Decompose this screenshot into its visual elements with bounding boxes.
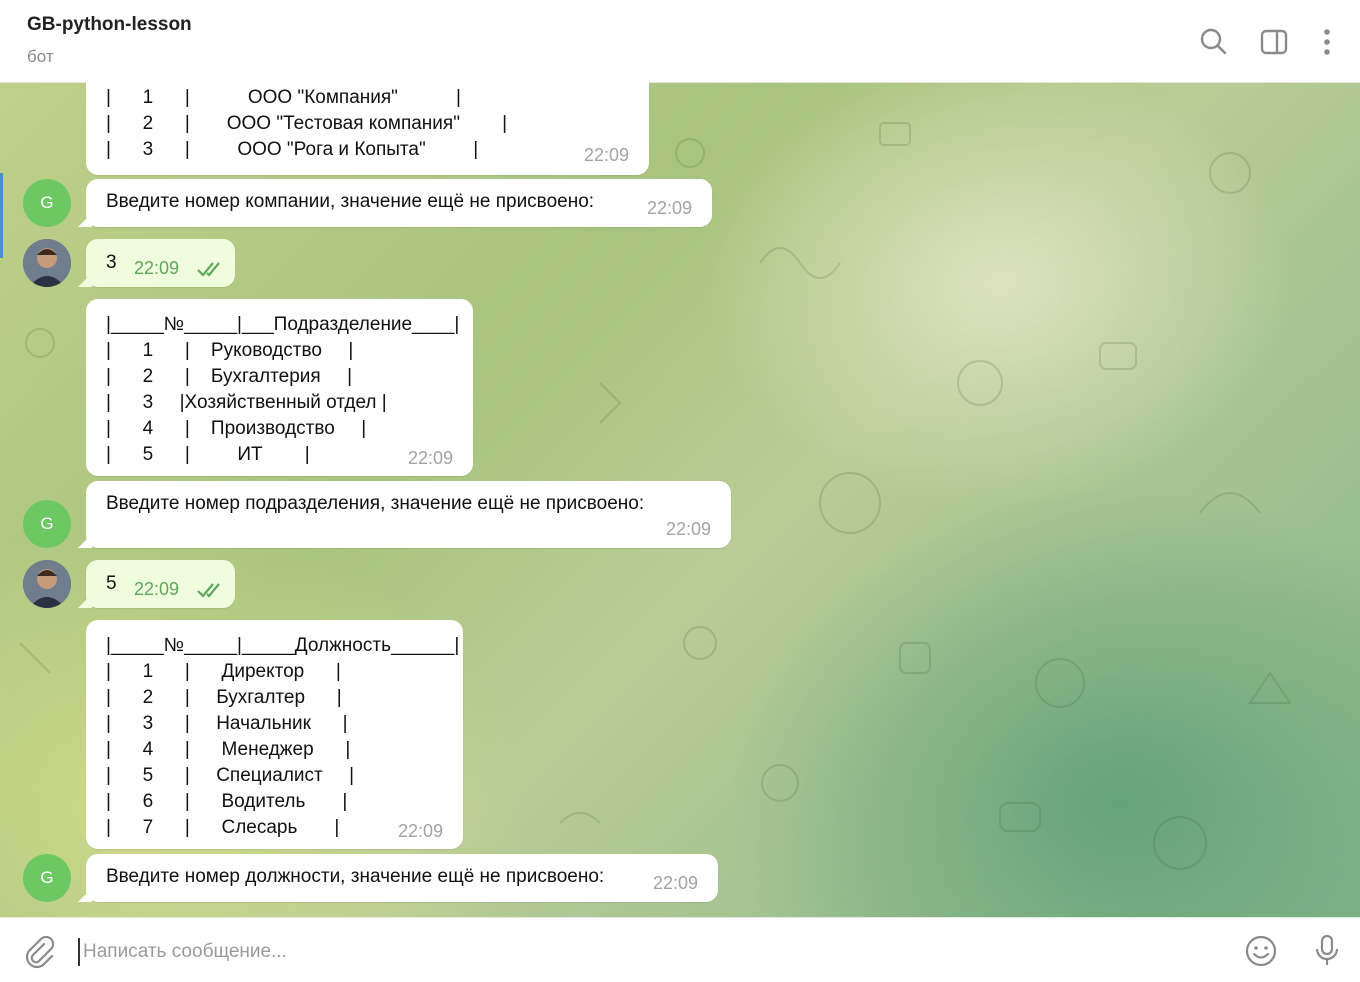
message-time: 22:09 [653,873,699,893]
table-cell: 3 [142,392,154,413]
table-cell: 2 [142,687,154,708]
message-time: 22:09 [647,198,693,218]
paperclip-icon[interactable] [22,935,56,969]
table-cell: 2 [142,113,154,134]
message-text: Введите номер компании, значение ещё не … [106,191,595,212]
message-text: 5 [106,573,117,594]
departments-table-message[interactable]: |_____ № _____|___ Подразделение ____| | 1 |… [86,299,473,476]
read-check-icon [197,583,220,598]
message-time: 22:09 [134,258,180,278]
bot-avatar[interactable]: G [23,500,71,548]
message-input[interactable] [78,938,1185,966]
reply-company-message[interactable]: 3 22:09 [78,239,235,287]
companies-table-message[interactable]: | 1 | ООО "Компания" | | 2 | ООО "Тестов… [86,60,649,175]
table-cell: Менеджер [221,739,314,760]
table-cell: Бухгалтер [216,687,306,708]
table-cell: 1 [142,87,154,108]
read-check-icon [197,262,220,277]
table-cell: Хозяйственный отдел [184,392,377,413]
more-vertical-icon[interactable] [1311,26,1343,58]
message-text: 3 [106,252,117,273]
table-cell: Руководство [210,340,322,361]
prompt-department-message[interactable]: Введите номер подразделения, значение ещ… [78,481,731,548]
table-cell: Производство [210,418,335,439]
message-time: 22:09 [134,579,180,599]
chat-status: бот [27,47,54,66]
table-cell: 5 [142,765,154,786]
positions-table-message[interactable]: |_____ № _____|_____ Должность ______| | 1 |… [86,620,463,849]
microphone-icon[interactable] [1310,933,1344,967]
table-header: № [163,635,185,656]
table-cell: 4 [142,418,154,439]
message-time: 22:09 [666,519,712,539]
table-header: Должность [294,635,391,656]
message-text: Введите номер должности, значение ещё не… [106,866,605,887]
message-time: 22:09 [584,145,630,165]
departments-table: |_____ № _____|___ Подразделение ____| | 1 |… [106,312,459,468]
table-cell: 7 [142,817,154,838]
table-header: Подразделение [273,314,413,335]
bot-avatar[interactable]: G [23,179,71,227]
table-cell: Бухгалтерия [210,366,321,387]
user-avatar[interactable] [23,560,71,608]
bot-avatar[interactable]: G [23,854,71,902]
prompt-position-message[interactable]: Введите номер должности, значение ещё не… [78,854,718,902]
search-icon[interactable] [1198,26,1230,58]
table-cell: 5 [142,444,154,465]
table-cell: Слесарь [221,817,298,838]
table-cell: 2 [142,366,154,387]
table-cell: Начальник [216,713,311,734]
left-accent [0,173,3,258]
table-header: № [163,314,185,335]
companies-table: | 1 | ООО "Компания" | | 2 | ООО "Тестов… [106,85,507,163]
table-cell: ООО "Тестовая компания" [226,113,460,134]
prompt-company-message[interactable]: Введите номер компании, значение ещё не … [78,179,712,227]
table-cell: Водитель [221,791,306,812]
table-cell: 6 [142,791,154,812]
table-cell: 3 [142,713,154,734]
user-avatar[interactable] [23,239,71,287]
chat-title[interactable]: GB-python-lesson [27,14,192,36]
table-cell: ИТ [237,444,263,465]
table-cell: 1 [142,340,154,361]
message-text: Введите номер подразделения, значение ещ… [106,493,645,514]
message-composer [0,917,1360,982]
table-cell: ООО "Компания" [247,87,398,108]
reply-department-message[interactable]: 5 22:09 [78,560,235,608]
message-time: 22:09 [408,448,454,468]
emoji-icon[interactable] [1244,934,1278,968]
table-cell: 3 [142,139,154,160]
table-cell: 1 [142,661,154,682]
table-cell: ООО "Рога и Копыта" [237,139,426,160]
positions-table: |_____ № _____|_____ Должность ______| | 1 |… [106,633,459,841]
table-cell: 4 [142,739,154,760]
message-time: 22:09 [398,821,444,841]
sidebar-toggle-icon[interactable] [1258,26,1290,58]
table-cell: Специалист [216,765,323,786]
table-cell: Директор [221,661,305,682]
